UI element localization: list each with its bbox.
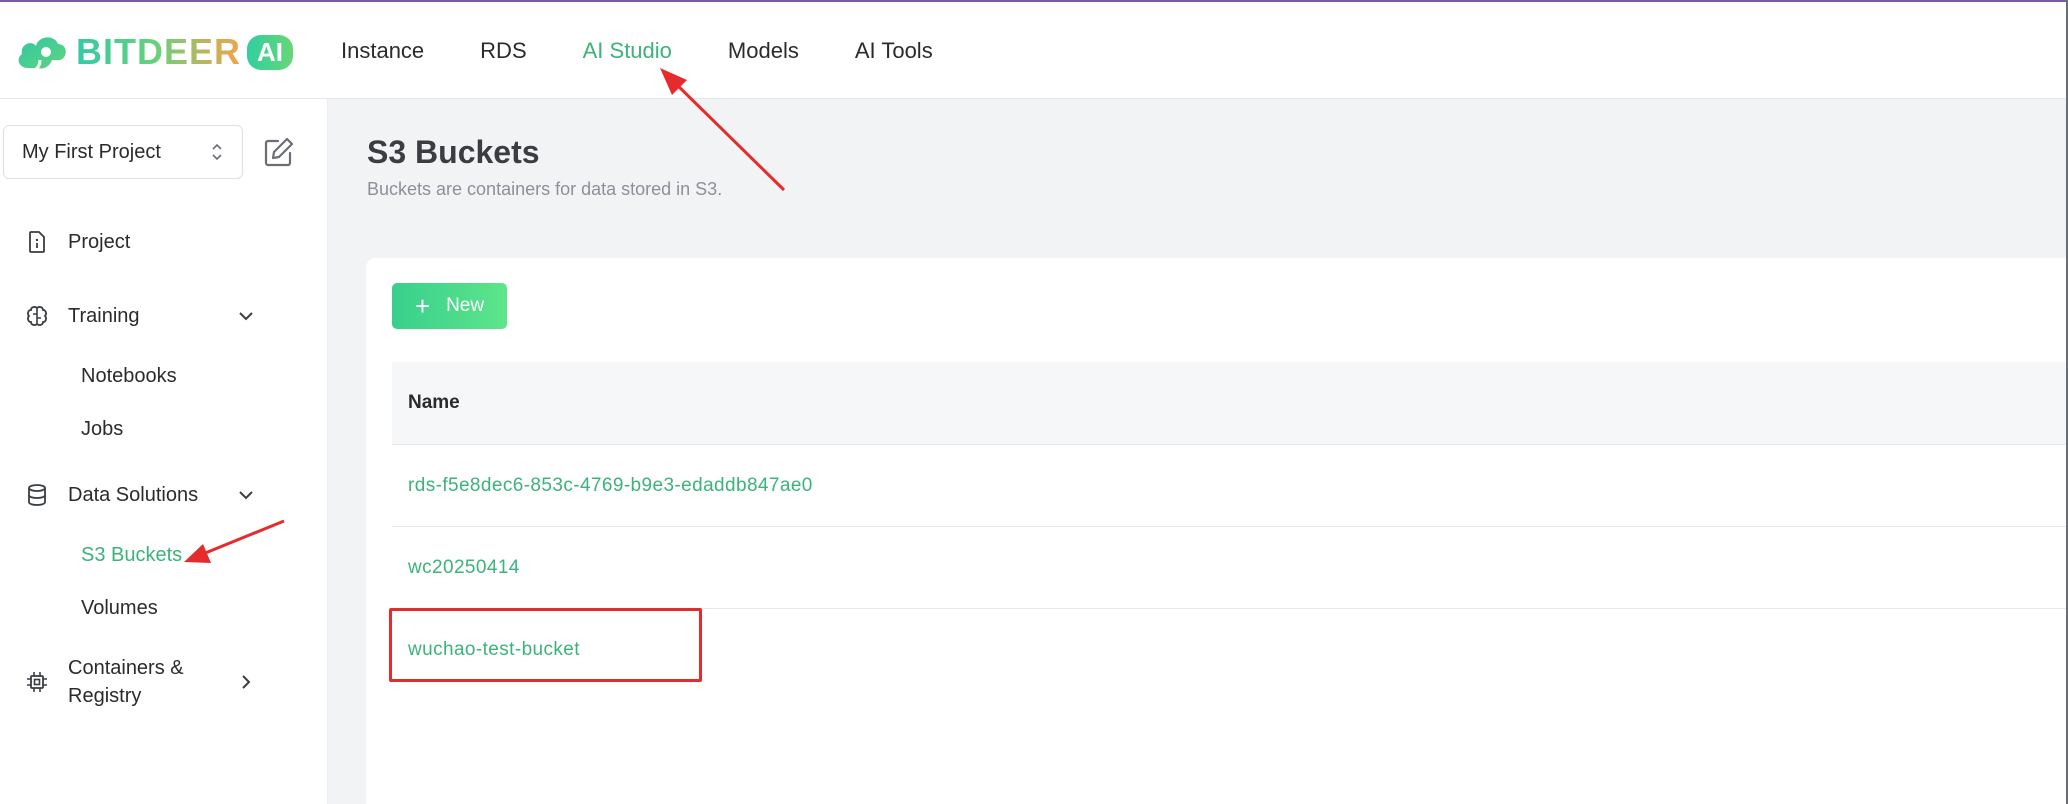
buckets-card: + New Name rds-f5e8dec6-853c-4769-b9e3-e… — [366, 258, 2068, 804]
main-nav: Instance RDS AI Studio Models AI Tools — [341, 38, 933, 64]
project-select-value: My First Project — [22, 140, 161, 163]
chip-icon — [27, 672, 47, 692]
sidebar: My First Project Project Training Notebo… — [0, 99, 328, 804]
plus-icon: + — [414, 291, 431, 321]
sidebar-item-label: Training — [68, 305, 140, 327]
sidebar-item-volumes[interactable]: Volumes — [81, 597, 158, 620]
table-row: rds-f5e8dec6-853c-4769-b9e3-edaddb847ae0 — [392, 445, 2068, 527]
edit-icon[interactable] — [262, 135, 296, 169]
chevron-right-icon — [242, 675, 251, 689]
sidebar-item-notebooks[interactable]: Notebooks — [81, 365, 177, 388]
brain-icon — [27, 306, 47, 326]
page-title: S3 Buckets — [367, 134, 540, 170]
page-subtitle: Buckets are containers for data stored i… — [367, 179, 723, 199]
nav-models[interactable]: Models — [728, 38, 799, 64]
cloud-logo-icon — [18, 37, 66, 74]
sidebar-item-containers-registry[interactable]: Containers & Registry — [0, 647, 327, 717]
new-button-label: New — [446, 295, 485, 316]
nav-rds[interactable]: RDS — [480, 38, 526, 64]
top-header: BITDEER AI Instance RDS AI Studio Models… — [0, 2, 2068, 99]
nav-instance[interactable]: Instance — [341, 38, 424, 64]
sidebar-item-project[interactable]: Project — [0, 220, 327, 264]
sidebar-item-s3-buckets[interactable]: S3 Buckets — [81, 544, 182, 567]
chevron-up-down-icon — [212, 143, 222, 161]
bucket-link[interactable]: rds-f5e8dec6-853c-4769-b9e3-edaddb847ae0 — [408, 475, 813, 497]
sidebar-item-training[interactable]: Training — [0, 294, 327, 338]
table-header-name: Name — [392, 362, 2068, 445]
chevron-down-icon — [239, 491, 253, 500]
chevron-down-icon — [239, 312, 253, 321]
bucket-link[interactable]: wc20250414 — [408, 557, 520, 579]
sidebar-item-data-solutions[interactable]: Data Solutions — [0, 473, 327, 517]
sidebar-item-jobs[interactable]: Jobs — [81, 418, 123, 441]
project-select[interactable]: My First Project — [3, 125, 243, 179]
sidebar-item-label: Containers & Registry — [68, 657, 184, 707]
database-icon — [28, 484, 46, 506]
sidebar-item-label: Project — [68, 231, 131, 253]
nav-ai-tools[interactable]: AI Tools — [855, 38, 933, 64]
brand-name: BITDEER — [76, 31, 242, 72]
project-info-icon — [29, 231, 45, 253]
annotation-highlight-box — [389, 608, 702, 682]
table-row: wc20250414 — [392, 527, 2068, 609]
brand-logo[interactable]: BITDEER AI — [14, 28, 294, 76]
brand-badge: AI — [247, 34, 294, 70]
sidebar-item-label: Data Solutions — [68, 484, 199, 506]
new-bucket-button[interactable]: + New — [392, 283, 507, 329]
nav-ai-studio[interactable]: AI Studio — [583, 38, 672, 64]
